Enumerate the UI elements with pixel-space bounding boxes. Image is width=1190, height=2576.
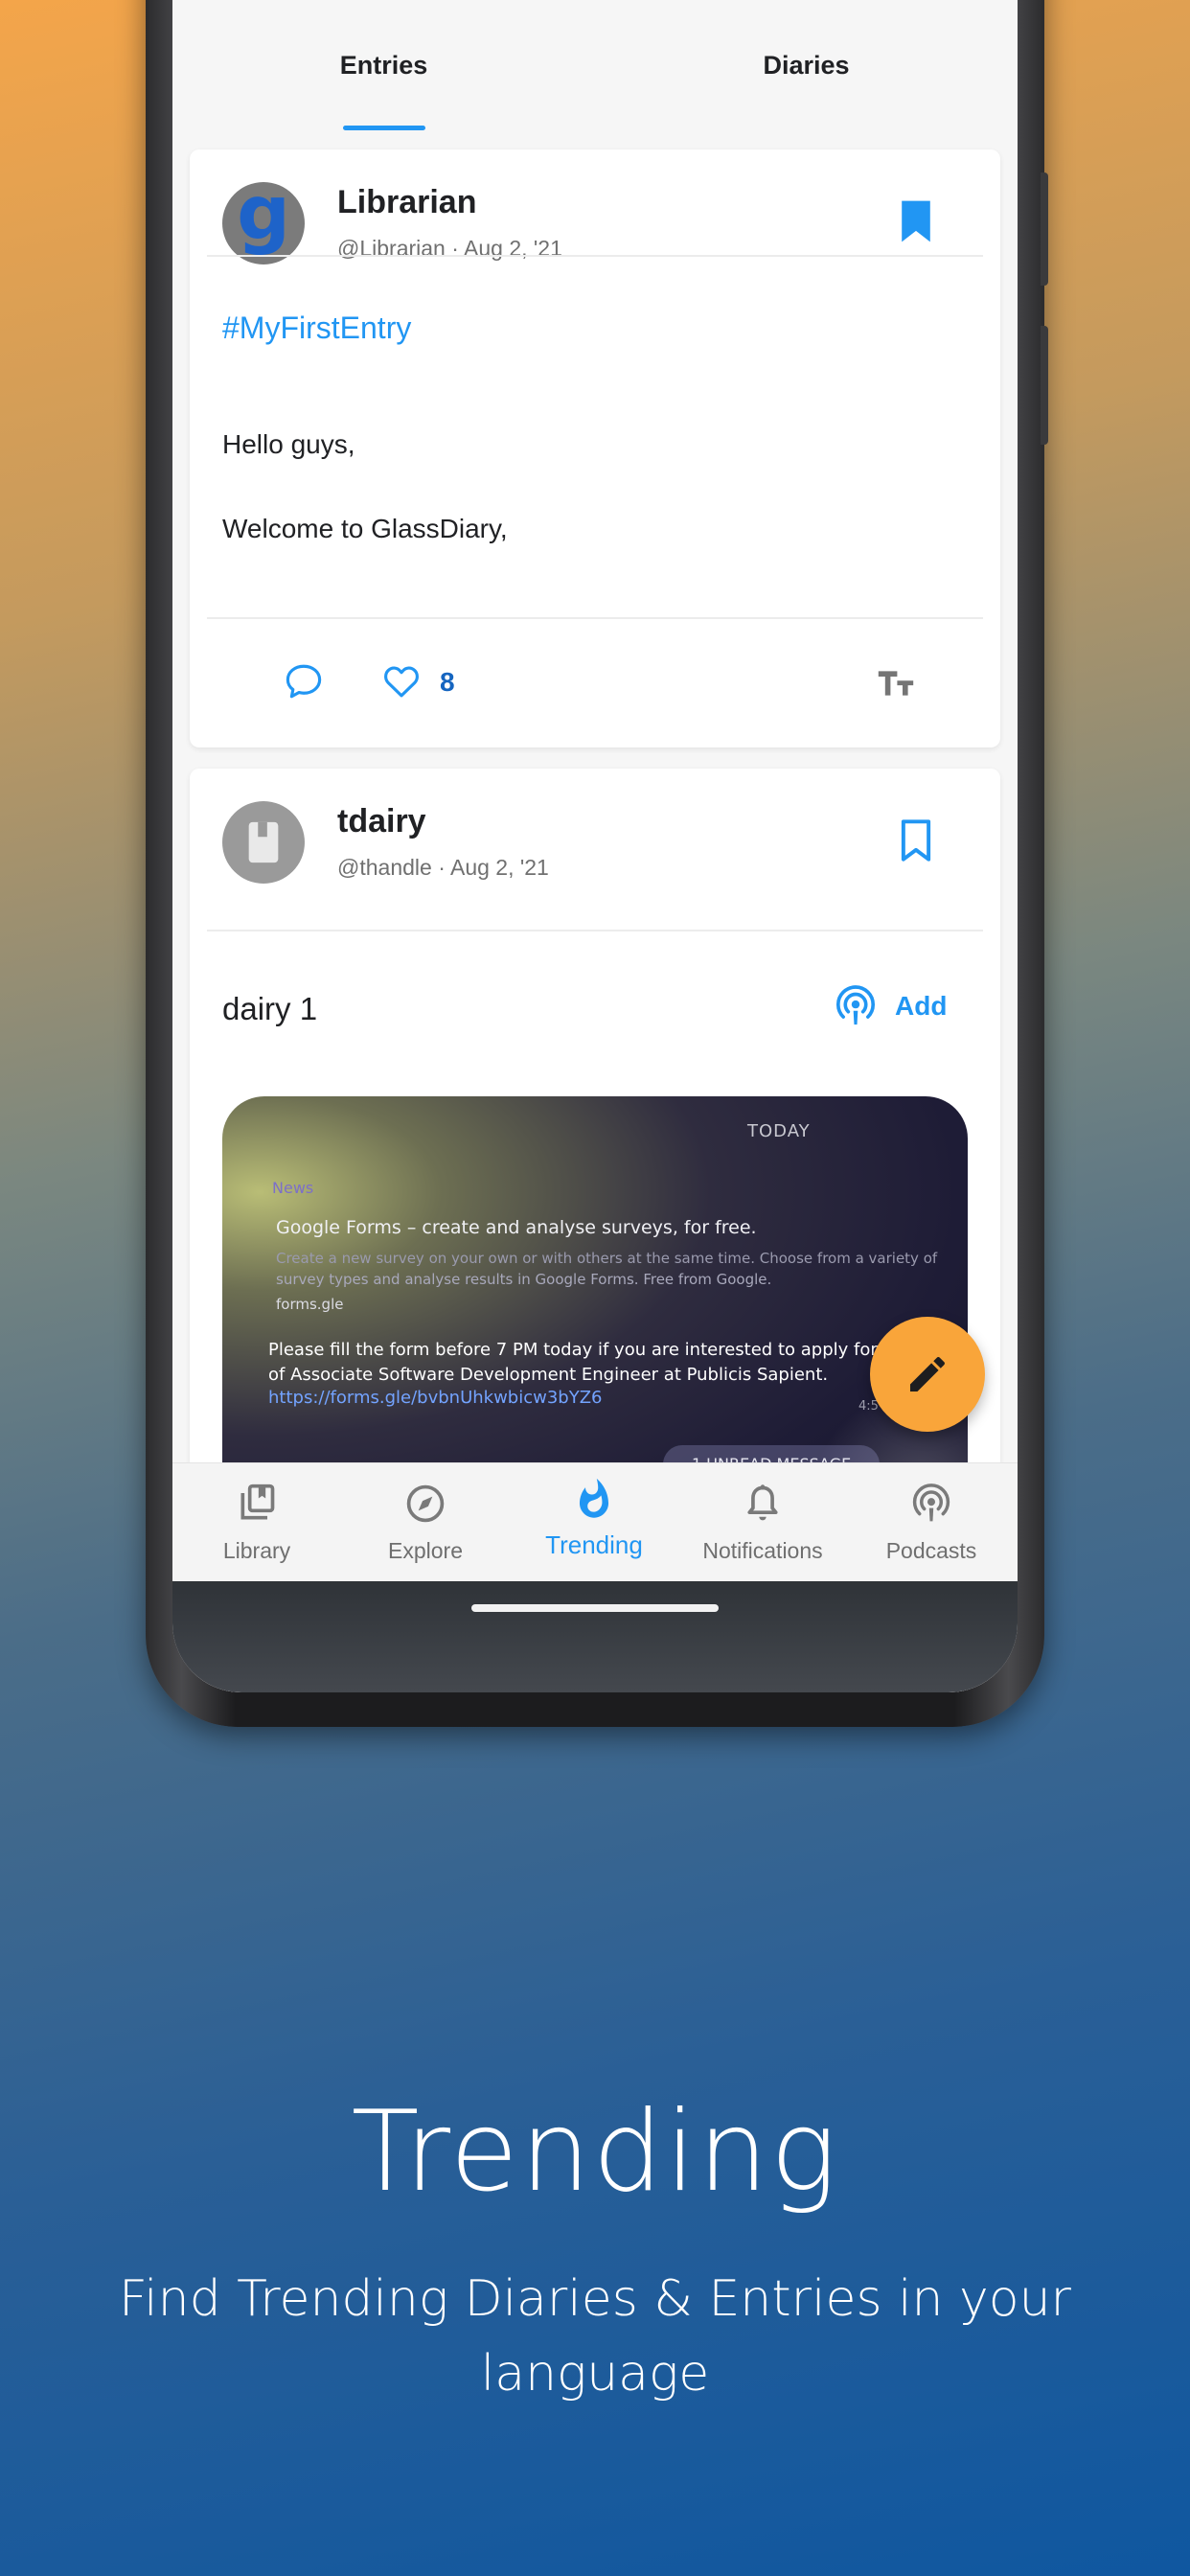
nav-item-library[interactable]: Library <box>172 1463 341 1582</box>
author-meta: @Librarian · Aug 2, '21 <box>337 236 562 261</box>
diary-title[interactable]: dairy 1 <box>222 991 317 1027</box>
podcast-icon <box>835 985 876 1025</box>
photo-text: 4:5 <box>858 1399 879 1414</box>
library-icon <box>240 1484 275 1520</box>
pencil-icon <box>910 1356 945 1392</box>
promo-subtitle: Find Trending Diaries & Entries in your … <box>119 2270 1071 2403</box>
home-indicator-area <box>172 1581 1018 1692</box>
home-indicator[interactable] <box>471 1604 719 1612</box>
nav-label: Podcasts <box>885 1538 977 1563</box>
logo-g-icon: g <box>237 182 290 257</box>
nav-item-notifications[interactable]: Notifications <box>678 1463 847 1582</box>
photo-text: Create a new survey on your own or with … <box>276 1250 938 1267</box>
new-entry-fab[interactable] <box>870 1317 985 1432</box>
nav-item-podcasts[interactable]: Podcasts <box>847 1463 1016 1582</box>
diary-book-icon <box>248 821 279 863</box>
tab-entries[interactable]: Entries <box>172 0 595 130</box>
bookmark-outline-icon[interactable] <box>897 818 935 862</box>
photo-text: survey types and analyse results in Goog… <box>276 1271 772 1288</box>
flame-icon <box>579 1478 609 1518</box>
volume-button <box>1041 172 1048 286</box>
compass-icon <box>406 1484 445 1523</box>
photo-text: Please fill the form before 7 PM today i… <box>268 1340 950 1360</box>
nav-label: Notifications <box>702 1538 823 1563</box>
nav-item-explore[interactable]: Explore <box>341 1463 510 1582</box>
entry-text-line: Hello guys, <box>222 429 355 459</box>
tab-indicator <box>343 126 425 130</box>
author-meta: @thandle · Aug 2, '21 <box>337 855 549 880</box>
bookmark-filled-icon[interactable] <box>897 199 935 243</box>
photo-text: News <box>272 1179 314 1197</box>
like-count: 8 <box>440 667 455 697</box>
nav-label: Library <box>222 1538 291 1563</box>
photo-text: https://forms.gle/bvbnUhkwbicw3bYZ6 <box>268 1388 603 1408</box>
phone-frame: Entries Diaries g Librarian @Librarian ·… <box>146 0 1048 1727</box>
photo-text: of Associate Software Development Engine… <box>268 1365 829 1385</box>
hashtag-link[interactable]: #MyFirstEntry <box>222 310 411 346</box>
add-podcast-button[interactable]: Add <box>834 983 947 1029</box>
entry-text-line: Welcome to GlassDiary, <box>222 514 508 543</box>
power-button <box>1041 326 1048 445</box>
promo-title: Trending <box>351 2087 839 2217</box>
photo-text: Google Forms – create and analyse survey… <box>276 1217 757 1238</box>
avatar[interactable]: g <box>222 182 305 264</box>
tab-diaries[interactable]: Diaries <box>595 0 1018 130</box>
text-size-icon[interactable] <box>876 667 916 700</box>
app-screen: Entries Diaries g Librarian @Librarian ·… <box>172 0 1018 1692</box>
tab-diaries-label: Diaries <box>763 50 850 80</box>
nav-item-trending[interactable]: Trending <box>510 1463 678 1582</box>
comment-icon[interactable] <box>284 661 324 702</box>
nav-label: Trending <box>545 1530 643 1559</box>
divider <box>207 930 983 932</box>
divider <box>207 617 983 619</box>
bottom-nav: Library Explore Trending Notifications P… <box>172 1462 1018 1582</box>
top-tab-bar: Entries Diaries <box>172 0 1018 130</box>
entry-card[interactable]: g Librarian @Librarian · Aug 2, '21 #MyF… <box>190 150 1000 748</box>
bell-icon <box>747 1484 778 1521</box>
author-name[interactable]: Librarian <box>337 184 476 221</box>
nav-label: Explore <box>388 1538 463 1563</box>
photo-text: TODAY <box>747 1121 811 1141</box>
author-name[interactable]: tdairy <box>337 803 426 840</box>
photo-text: forms.gle <box>276 1296 344 1313</box>
avatar[interactable] <box>222 801 305 884</box>
tab-entries-label: Entries <box>339 50 428 80</box>
heart-icon[interactable] <box>381 661 422 702</box>
podcast-icon <box>912 1484 950 1522</box>
add-label: Add <box>895 991 948 1021</box>
divider <box>207 255 983 257</box>
